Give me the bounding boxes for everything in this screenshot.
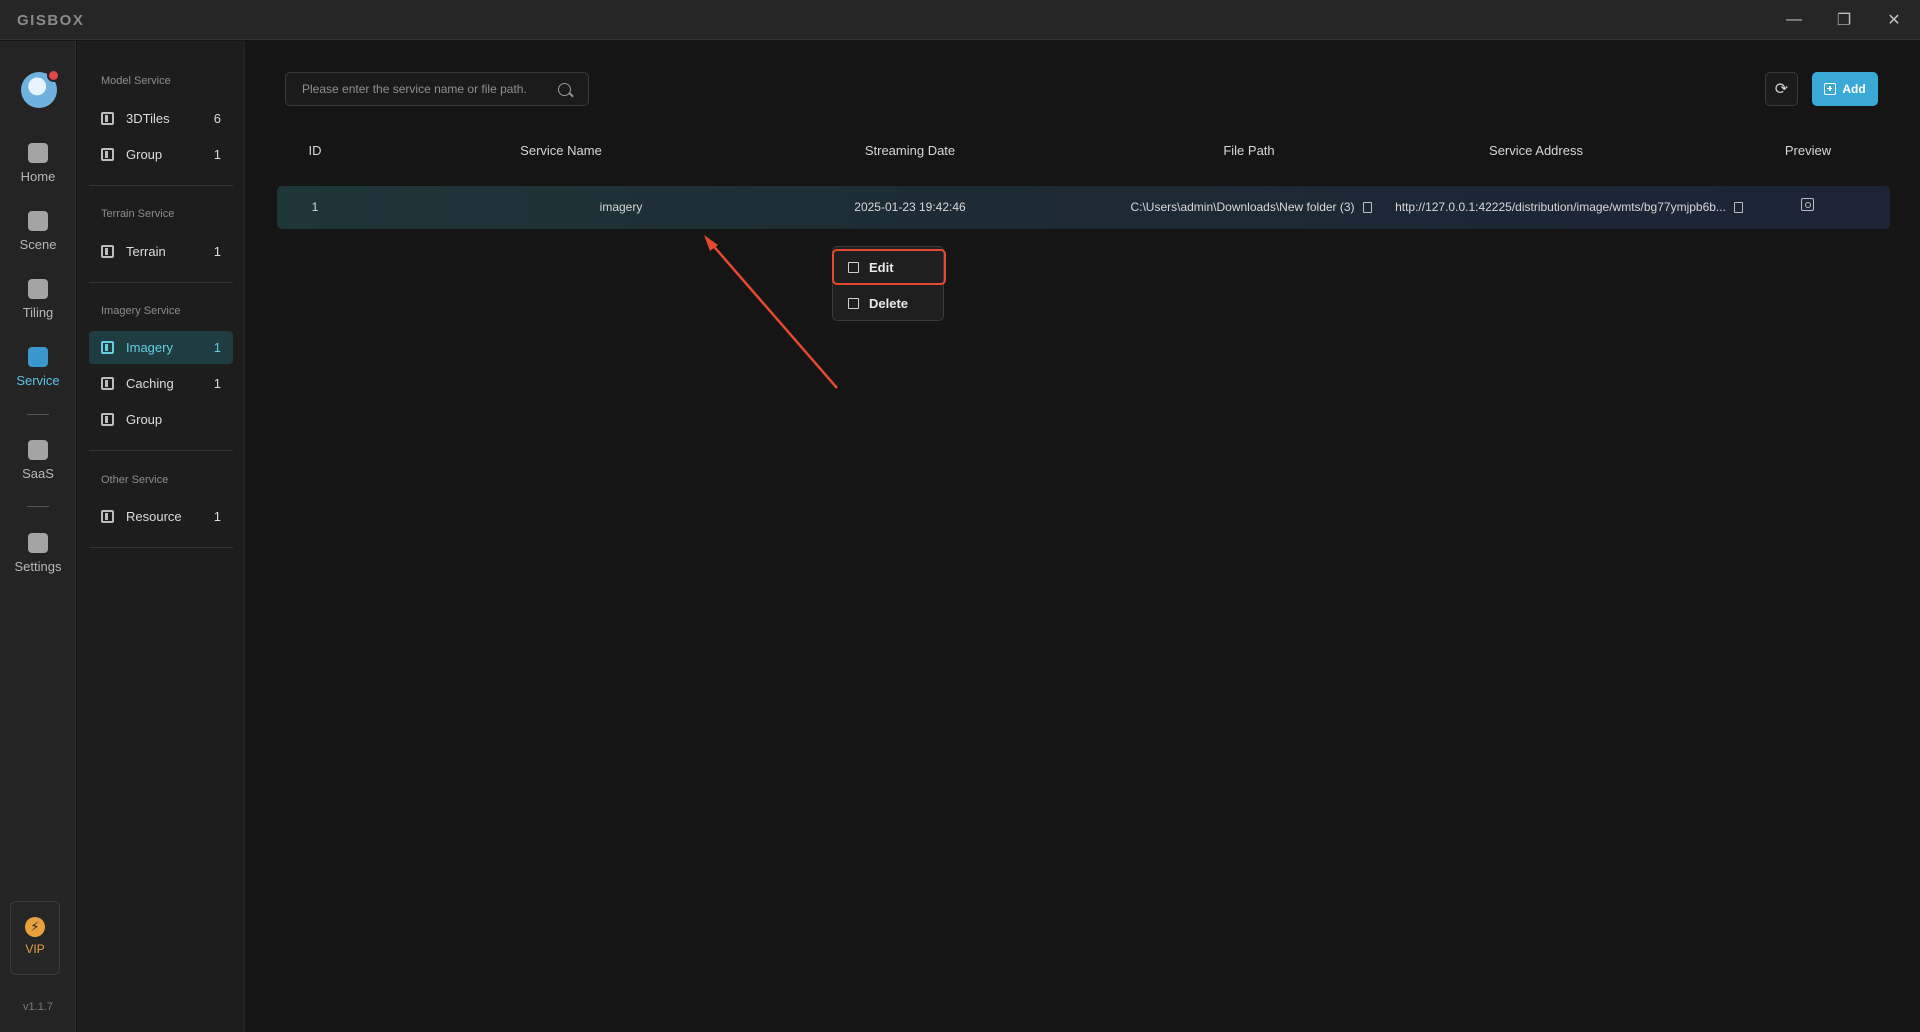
rail-item-home[interactable]: Home [0,137,76,197]
lightning-icon: ⚡ [25,917,45,937]
search-input[interactable] [302,82,552,96]
group-title-model: Model Service [101,75,171,87]
minimize-button[interactable]: — [1776,6,1812,34]
search-box [285,72,589,106]
app-logo: GISBOX [17,12,85,29]
edit-label: Edit [869,259,894,275]
home-icon [28,143,48,163]
rail-item-label: Settings [14,559,62,574]
column-header-preview: Preview [1784,143,1832,158]
column-header-service-name: Service Name [520,143,602,158]
column-header-streaming-date: Streaming Date [864,143,956,158]
sidebar-item-count: 1 [213,147,221,162]
rail-item-label: SaaS [22,466,54,481]
preview-icon[interactable] [1801,198,1814,211]
caching-icon [101,377,114,390]
maximize-button[interactable]: ❐ [1826,6,1862,34]
title-bar: GISBOX — ❐ ✕ [0,0,1920,40]
sidebar-item-count: 1 [213,340,221,355]
rail-divider [27,506,49,507]
trash-icon [848,297,859,309]
notification-badge [47,69,60,82]
sidebar-item-count: 6 [213,111,221,126]
resource-icon [101,510,114,523]
delete-menu-item[interactable]: Delete [834,286,944,320]
service-address-text: http://127.0.0.1:42225/distribution/imag… [1395,200,1726,214]
imagery-icon [101,341,114,354]
cell-service-name: imagery [599,200,643,214]
sidebar-item-label: Resource [126,509,182,524]
sidebar-item-terrain[interactable]: Terrain 1 [89,235,233,268]
rail-item-label: Tiling [22,305,54,320]
rail-divider [27,414,49,415]
cube-icon [28,211,48,231]
rail-item-tiling[interactable]: Tiling [0,273,76,333]
service-icon [28,347,48,367]
rail-item-settings[interactable]: Settings [0,527,76,587]
main-content: ⟳ Add ID Service Name Streaming Date Fil… [246,41,1920,1032]
sidebar-item-count: 1 [213,509,221,524]
nav-rail: Home Scene Tiling Service SaaS Settings … [0,41,76,1032]
group-title-terrain: Terrain Service [101,208,175,220]
group-title-imagery: Imagery Service [101,305,181,317]
rail-item-label: Scene [19,237,57,252]
edit-icon [848,261,859,273]
gear-icon [28,533,48,553]
add-button-label: Add [1842,82,1866,96]
sidebar-item-imagery-group[interactable]: Group [89,403,233,436]
sidebar-item-label: Group [126,412,163,427]
rail-item-saas[interactable]: SaaS [0,434,76,494]
sidebar-item-label: 3DTiles [126,111,170,126]
sidebar-item-label: Caching [126,376,174,391]
tiles-icon [101,112,114,125]
sidebar-divider [89,450,233,451]
sidebar-item-caching[interactable]: Caching 1 [89,367,233,400]
sidebar-item-3dtiles[interactable]: 3DTiles 6 [89,102,233,135]
refresh-button[interactable]: ⟳ [1765,72,1798,106]
tiling-icon [28,279,48,299]
cell-id: 1 [311,200,319,214]
group-icon [101,148,114,161]
terrain-icon [101,245,114,258]
copy-icon[interactable] [1733,202,1743,213]
rail-item-label: Home [20,169,56,184]
app-version: v1.1.7 [23,1001,53,1013]
sidebar-item-model-group[interactable]: Group 1 [89,138,233,171]
sidebar-item-imagery[interactable]: Imagery 1 [89,331,233,364]
close-button[interactable]: ✕ [1876,6,1912,34]
rail-item-label: Service [16,373,60,388]
delete-label: Delete [869,295,909,311]
group-title-other: Other Service [101,474,169,486]
search-icon[interactable] [558,83,571,96]
rail-item-scene[interactable]: Scene [0,205,76,265]
cell-service-address: http://127.0.0.1:42225/distribution/imag… [1329,200,1809,214]
lock-icon [28,440,48,460]
sidebar-divider [89,282,233,283]
column-header-id: ID [308,143,322,158]
vip-label: VIP [25,942,45,956]
add-button[interactable]: Add [1812,72,1878,106]
sidebar-item-resource[interactable]: Resource 1 [89,500,233,533]
service-sidebar: Model Service 3DTiles 6 Group 1 Terrain … [77,41,245,1032]
column-header-service-address: Service Address [1489,143,1583,158]
sidebar-item-label: Group [126,147,163,162]
context-menu: Edit Delete [832,246,946,321]
column-header-file-path: File Path [1223,143,1275,158]
sidebar-divider [89,547,233,548]
vip-button[interactable]: ⚡ VIP [10,901,60,975]
sidebar-divider [89,185,233,186]
file-path-text: C:\Users\admin\Downloads\New folder (3) [1130,200,1355,214]
sidebar-item-count: 1 [213,376,221,391]
plus-icon [1824,83,1837,95]
edit-menu-item[interactable]: Edit [832,249,946,285]
sidebar-item-label: Terrain [126,244,166,259]
sidebar-item-label: Imagery [126,340,173,355]
group-icon [101,413,114,426]
rail-item-service[interactable]: Service [0,341,76,401]
sidebar-item-count: 1 [213,244,221,259]
